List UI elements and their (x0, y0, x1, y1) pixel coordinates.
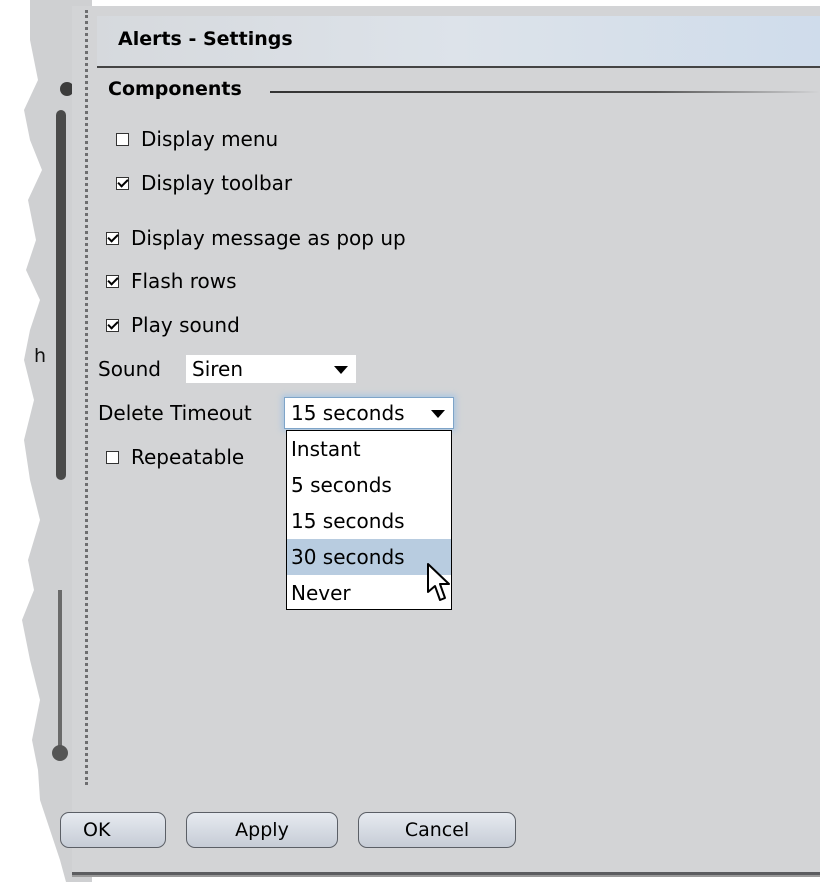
apply-button[interactable]: Apply (186, 812, 338, 848)
display-toolbar-label: Display toolbar (141, 171, 293, 195)
repeatable-checkbox[interactable] (106, 450, 119, 464)
sound-select[interactable]: Siren (186, 355, 356, 383)
section-divider (270, 91, 820, 93)
slider-knob (52, 745, 68, 761)
components-heading: Components (108, 78, 242, 100)
play-sound-checkbox[interactable] (106, 318, 119, 332)
delete-timeout-select[interactable]: 15 seconds (284, 397, 454, 429)
cancel-button[interactable]: Cancel (358, 812, 516, 848)
popup-checkbox[interactable] (106, 231, 119, 245)
background-letter: h (34, 345, 47, 367)
dotted-divider (85, 10, 88, 785)
repeatable-label: Repeatable (131, 445, 245, 469)
sound-label: Sound (98, 357, 161, 381)
display-menu-label: Display menu (141, 127, 279, 151)
dialog-title: Alerts - Settings (118, 28, 293, 50)
scrollbar-track (56, 110, 66, 480)
ok-button[interactable]: OK (60, 812, 166, 848)
chevron-down-icon (431, 410, 445, 418)
delete-timeout-value: 15 seconds (291, 401, 405, 425)
popup-label: Display message as pop up (131, 226, 406, 250)
mouse-cursor-icon (427, 563, 450, 601)
dropdown-option[interactable]: 5 seconds (287, 467, 451, 503)
flash-rows-label: Flash rows (131, 269, 237, 293)
play-sound-label: Play sound (131, 313, 240, 337)
flash-rows-option[interactable]: Flash rows (106, 269, 237, 293)
dropdown-option[interactable]: Instant (287, 431, 451, 467)
play-sound-option[interactable]: Play sound (106, 313, 240, 337)
display-toolbar-option[interactable]: Display toolbar (116, 171, 292, 195)
popup-option[interactable]: Display message as pop up (106, 226, 406, 250)
flash-rows-checkbox[interactable] (106, 274, 119, 288)
dropdown-option[interactable]: 15 seconds (287, 503, 451, 539)
repeatable-option[interactable]: Repeatable (106, 445, 244, 469)
delete-timeout-label: Delete Timeout (98, 401, 252, 425)
sound-select-value: Siren (192, 357, 244, 381)
display-menu-option[interactable]: Display menu (116, 127, 278, 151)
display-menu-checkbox[interactable] (116, 132, 129, 146)
slider-line (58, 590, 62, 760)
chevron-down-icon (334, 366, 348, 374)
display-toolbar-checkbox[interactable] (116, 176, 129, 190)
